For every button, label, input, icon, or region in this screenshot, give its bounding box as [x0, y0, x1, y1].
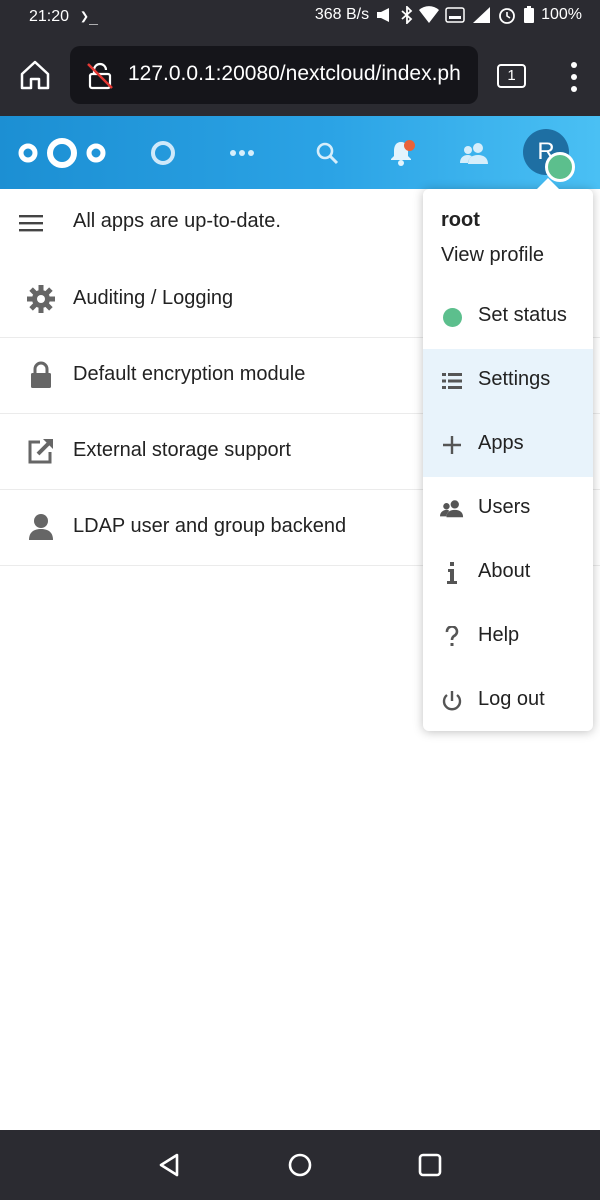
settings-label: Settings: [478, 368, 551, 390]
recents-icon[interactable]: [418, 1152, 442, 1178]
alarm-icon: [499, 8, 515, 24]
bluetooth-icon: [401, 6, 413, 24]
status-dot-icon: [440, 305, 464, 329]
terminal-icon: ❯_: [80, 7, 99, 25]
hamburger-menu-icon[interactable]: [19, 214, 43, 232]
logout-label: Log out: [478, 688, 545, 710]
battery-level: 100%: [541, 6, 582, 23]
insecure-lock-icon[interactable]: [86, 62, 114, 90]
set-status-item[interactable]: Set status: [423, 285, 593, 349]
files-icon[interactable]: [140, 116, 186, 189]
home-icon[interactable]: [18, 58, 52, 92]
net-speed: 368 B/s: [314, 6, 370, 23]
settings-list-icon: [440, 369, 464, 393]
app-name: Default encryption module: [73, 363, 306, 385]
help-label: Help: [478, 624, 520, 646]
nextcloud-logo-icon[interactable]: [16, 135, 108, 171]
logout-item[interactable]: Log out: [423, 669, 593, 733]
external-link-icon: [28, 439, 53, 464]
url-text: 127.0.0.1:20080/nextcloud/index.ph: [128, 62, 461, 85]
users-item[interactable]: Users: [423, 477, 593, 541]
users-icon: [440, 497, 464, 521]
users-label: Users: [478, 496, 531, 518]
battery-icon: [524, 6, 535, 23]
about-label: About: [478, 560, 531, 582]
user-icon: [29, 514, 53, 540]
power-icon: [440, 689, 464, 713]
overflow-menu-icon[interactable]: [566, 60, 582, 94]
app-name: External storage support: [73, 439, 291, 461]
home-nav-icon[interactable]: [287, 1152, 313, 1178]
browser-toolbar: 127.0.0.1:20080/nextcloud/index.ph 1: [0, 36, 600, 116]
app-name: Auditing / Logging: [73, 287, 234, 309]
user-menu: root View profile Set status Settings Ap…: [423, 178, 593, 733]
android-nav-bar: [0, 1130, 600, 1200]
contacts-icon[interactable]: [451, 116, 497, 189]
signal-icon: [473, 7, 491, 23]
user-menu-caret: [537, 178, 559, 189]
apps-item[interactable]: Apps: [423, 413, 593, 477]
more-apps-icon[interactable]: [219, 116, 265, 189]
android-status-bar: 21:20 ❯_ 368 B/s 100%: [0, 0, 600, 36]
volte-icon: [445, 7, 465, 23]
notifications-icon[interactable]: [378, 116, 424, 189]
view-profile-link[interactable]: View profile: [441, 244, 544, 267]
wifi-icon: [419, 6, 440, 23]
notification-badge: [404, 140, 415, 151]
tab-switcher-button[interactable]: 1: [497, 64, 526, 88]
about-item[interactable]: About: [423, 541, 593, 605]
update-status-text: All apps are up-to-date.: [73, 210, 281, 232]
settings-item[interactable]: Settings: [423, 349, 593, 413]
nextcloud-header: [0, 116, 600, 189]
help-icon: [440, 625, 464, 649]
apps-label: Apps: [478, 432, 524, 454]
set-status-label: Set status: [478, 304, 567, 326]
plus-icon: [440, 433, 464, 457]
app-name: LDAP user and group backend: [73, 515, 347, 537]
search-icon[interactable]: [304, 116, 350, 189]
status-indicators: 368 B/s 100%: [315, 6, 582, 24]
address-bar[interactable]: 127.0.0.1:20080/nextcloud/index.ph: [70, 46, 478, 104]
status-time: 21:20: [29, 8, 70, 25]
lock-icon: [31, 361, 51, 388]
back-icon[interactable]: [157, 1152, 181, 1178]
help-item[interactable]: Help: [423, 605, 593, 669]
megaphone-icon: [377, 8, 390, 22]
info-icon: [440, 561, 464, 585]
gear-icon: [27, 285, 55, 313]
user-menu-username[interactable]: root: [441, 209, 480, 232]
